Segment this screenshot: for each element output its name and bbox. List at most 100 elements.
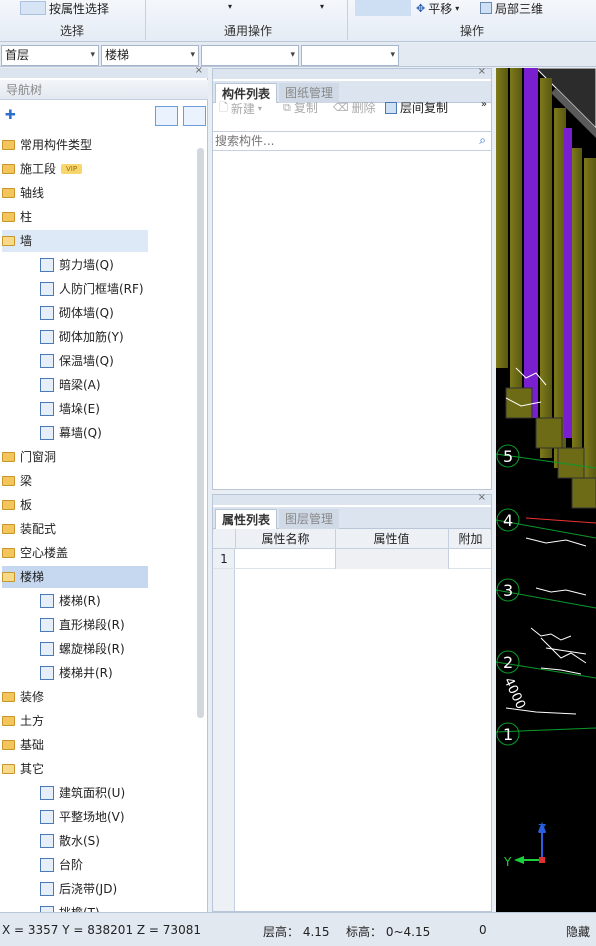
close-icon[interactable]: ×: [478, 66, 486, 77]
origin-marker: [539, 857, 545, 863]
tree-item[interactable]: 散水(S): [40, 830, 190, 852]
search-icon[interactable]: ⌕: [479, 133, 486, 148]
tree-category[interactable]: 门窗洞: [2, 446, 148, 468]
tree-category[interactable]: 装修: [2, 686, 148, 708]
search-box[interactable]: ⌕: [213, 131, 491, 151]
tree-item[interactable]: 砌体加筋(Y): [40, 326, 190, 348]
layer-select[interactable]: ▾: [301, 45, 399, 66]
tree-category[interactable]: 常用构件类型: [2, 134, 148, 156]
select-by-attr-button[interactable]: 按属性选择: [20, 0, 109, 16]
component-list-panel: × 构件列表 图纸管理 🗋新建▾ ⧉复制 ⌫删除 层间复制 » ⌕: [212, 66, 492, 490]
component-icon: [40, 282, 54, 296]
axis-label-2: 2: [503, 653, 513, 672]
tree-category[interactable]: 墙: [2, 230, 148, 252]
chevron-down-icon: ▾: [257, 104, 262, 113]
tree-item-label: 直形梯段(R): [59, 618, 125, 632]
component-icon: [40, 354, 54, 368]
local-3d-label: 局部三维: [495, 1, 544, 16]
tree-item[interactable]: 墙垛(E): [40, 398, 190, 420]
tree-item-label: 装修: [20, 690, 45, 704]
more-icon[interactable]: »: [481, 99, 487, 110]
close-icon[interactable]: ×: [195, 65, 203, 76]
tree-item-label: 后浇带(JD): [59, 882, 118, 896]
tree-item-label: 墙: [20, 234, 33, 248]
folder-icon: [2, 500, 15, 510]
close-icon[interactable]: ×: [478, 492, 486, 503]
hidden-toggle[interactable]: 隐藏: [566, 923, 590, 940]
tree-category[interactable]: 梁: [2, 470, 148, 492]
chevron-down-icon: ▾: [390, 50, 395, 60]
tree-item[interactable]: 螺旋梯段(R): [40, 638, 190, 660]
tree-category[interactable]: 柱: [2, 206, 148, 228]
tree-item[interactable]: 建筑面积(U): [40, 782, 190, 804]
list-view-icon[interactable]: [155, 106, 178, 126]
tree-item[interactable]: 人防门框墙(RF): [40, 278, 190, 300]
ribbon-highlight: [355, 0, 411, 16]
tree-category[interactable]: 装配式: [2, 518, 148, 540]
tree-item[interactable]: 台阶: [40, 854, 190, 876]
folder-icon: [2, 548, 15, 558]
tree-category[interactable]: 土方: [2, 710, 148, 732]
chevron-down-icon[interactable]: ▾: [320, 2, 324, 11]
table-row[interactable]: 1: [213, 549, 491, 569]
delete-button[interactable]: ⌫ 删除: [333, 99, 376, 116]
cursor-coordinates: X = 3357 Y = 838201 Z = 73081: [2, 923, 201, 937]
component-icon: [40, 642, 54, 656]
tab-layer-mgmt[interactable]: 图层管理: [279, 509, 340, 529]
tree-category[interactable]: 楼梯: [2, 566, 148, 588]
elevation: 标高： 0~4.15: [346, 925, 431, 939]
tree-category[interactable]: 基础: [2, 734, 148, 756]
tree-item[interactable]: 楼梯井(R): [40, 662, 190, 684]
floor-copy-button[interactable]: 层间复制: [385, 99, 448, 116]
pan-button[interactable]: ✥ 平移 ▾: [416, 0, 459, 16]
tree-item[interactable]: 砌体墙(Q): [40, 302, 190, 324]
tree-category[interactable]: 轴线: [2, 182, 148, 204]
card-view-icon[interactable]: [183, 106, 206, 126]
tree-category[interactable]: 空心楼盖: [2, 542, 148, 564]
local-3d-button[interactable]: 局部三维: [480, 0, 543, 16]
col-header-extra: 附加: [448, 529, 492, 549]
tree-item[interactable]: 幕墙(Q): [40, 422, 190, 444]
panel-header: ×: [213, 66, 491, 79]
group-select-label: 选择: [59, 24, 84, 38]
add-icon[interactable]: ✚: [5, 108, 16, 123]
component-type-select[interactable]: 楼梯 ▾: [101, 45, 199, 66]
property-value-cell[interactable]: [335, 549, 448, 569]
folder-open-icon: [2, 572, 15, 582]
tree-item-label: 门窗洞: [20, 450, 57, 464]
floor-copy-icon: [385, 101, 397, 114]
search-input[interactable]: [215, 133, 465, 149]
tab-property-list[interactable]: 属性列表: [215, 509, 278, 529]
scrollbar[interactable]: [197, 148, 204, 718]
tree-item[interactable]: 后浇带(JD): [40, 878, 190, 900]
component-icon: [40, 330, 54, 344]
tree-item[interactable]: 楼梯(R): [40, 590, 190, 612]
tree-item[interactable]: 保温墙(Q): [40, 350, 190, 372]
new-label: 新建: [230, 102, 255, 116]
component-icon: [40, 306, 54, 320]
floor-copy-label: 层间复制: [400, 101, 449, 115]
tree-category[interactable]: 施工段 VIP: [2, 158, 148, 180]
tree-item[interactable]: 直形梯段(R): [40, 614, 190, 636]
axis-label-5: 5: [503, 447, 513, 466]
tree-item[interactable]: 平整场地(V): [40, 806, 190, 828]
select-by-attr-icon: [20, 1, 46, 15]
tree-category[interactable]: 板: [2, 494, 148, 516]
group-ops-label: 操作: [459, 24, 484, 38]
axis-label-1: 1: [503, 725, 513, 744]
tree-item-label: 楼梯: [20, 570, 45, 584]
copy-button[interactable]: ⧉ 复制: [283, 99, 318, 116]
floor-select[interactable]: 首层 ▾: [1, 45, 99, 66]
tree-item[interactable]: 暗梁(A): [40, 374, 190, 396]
tree-category[interactable]: 其它: [2, 758, 148, 780]
floor-toolbar: 首层 ▾ 楼梯 ▾ ▾ ▾: [0, 43, 596, 67]
chevron-down-icon[interactable]: ▾: [228, 2, 232, 11]
tree-item-label: 梁: [20, 474, 33, 488]
tree-item-label: 土方: [20, 714, 45, 728]
3d-viewport[interactable]: 5 4 3 2 1 4000 Z Y: [496, 68, 596, 912]
tree-item[interactable]: 剪力墙(Q): [40, 254, 190, 276]
column-base: [571, 477, 596, 509]
folder-icon: [2, 452, 15, 462]
new-button[interactable]: 🗋 新建 ▾: [219, 99, 262, 118]
component-select[interactable]: ▾: [201, 45, 299, 66]
